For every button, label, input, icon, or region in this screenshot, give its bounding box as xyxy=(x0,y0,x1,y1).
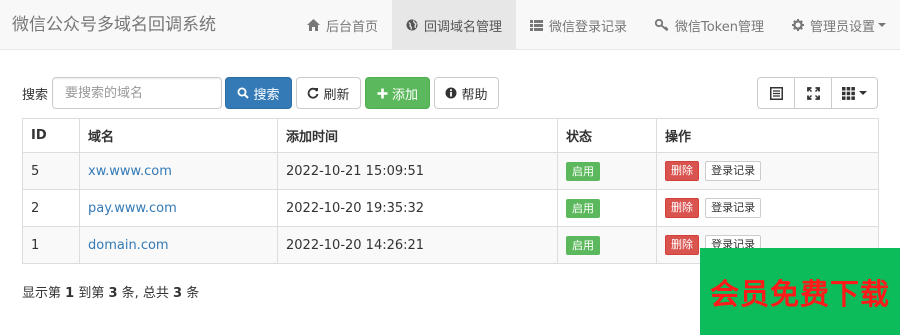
column-header-domain[interactable]: 域名 xyxy=(79,118,278,153)
refresh-button[interactable]: 刷新 xyxy=(296,77,361,109)
gear-icon xyxy=(791,19,804,31)
table-header-row: ID 域名 添加时间 状态 操作 xyxy=(22,118,879,153)
refresh-button-label: 刷新 xyxy=(323,87,350,103)
caret-down-icon xyxy=(859,91,867,95)
help-button[interactable]: 帮助 xyxy=(434,77,499,109)
domain-table: ID 域名 添加时间 状态 操作 5 xw.www.com 2022-10-21… xyxy=(22,118,879,264)
help-button-label: 帮助 xyxy=(461,87,488,103)
login-log-button[interactable]: 登录记录 xyxy=(705,161,762,181)
pagination-mid2: 条, 总共 xyxy=(117,286,174,301)
plus-icon xyxy=(377,88,388,98)
nav-item-login-logs[interactable]: 微信登录记录 xyxy=(516,0,641,50)
cell-time: 2022-10-20 19:35:32 xyxy=(277,189,558,227)
cell-time: 2022-10-20 14:26:21 xyxy=(277,226,558,264)
home-icon xyxy=(306,19,320,31)
pagination-total: 3 xyxy=(173,286,183,301)
list-alt-icon xyxy=(769,86,783,100)
add-button[interactable]: 添加 xyxy=(365,77,430,109)
nav-item-domains[interactable]: 回调域名管理 xyxy=(391,0,516,50)
status-badge[interactable]: 启用 xyxy=(566,198,600,218)
top-navbar: 微信公众号多域名回调系统 后台首页 回调域名管理 微信登录记录 微信Token管… xyxy=(0,0,900,50)
table-row: 2 pay.www.com 2022-10-20 19:35:32 启用 删除 … xyxy=(22,189,879,227)
nav-item-label: 回调域名管理 xyxy=(423,19,502,35)
app-title[interactable]: 微信公众号多域名回调系统 xyxy=(12,0,216,50)
login-log-button[interactable]: 登录记录 xyxy=(705,198,762,218)
pagination-info: 显示第 1 到第 3 条, 总共 3 条 xyxy=(22,282,199,301)
search-button-label: 搜索 xyxy=(253,87,280,103)
toggle-view-button[interactable] xyxy=(757,77,795,109)
pagination-suffix: 条 xyxy=(182,286,200,301)
nav-item-label: 微信登录记录 xyxy=(548,19,627,35)
status-badge[interactable]: 启用 xyxy=(566,161,600,181)
table-view-controls xyxy=(757,77,878,109)
search-button[interactable]: 搜索 xyxy=(225,77,292,109)
domain-link[interactable]: xw.www.com xyxy=(88,164,172,179)
globe-icon xyxy=(406,19,418,31)
caret-down-icon xyxy=(878,23,886,27)
pagination-mid1: 到第 xyxy=(74,286,109,301)
table-row: 5 xw.www.com 2022-10-21 15:09:51 启用 删除 登… xyxy=(22,152,879,190)
grid-icon xyxy=(842,86,855,100)
cell-id: 5 xyxy=(22,152,80,190)
search-icon xyxy=(237,87,250,99)
download-banner-text: 会员免费下载 xyxy=(709,276,890,311)
download-banner[interactable]: 会员免费下载 xyxy=(700,248,900,335)
refresh-icon xyxy=(308,87,319,99)
info-icon xyxy=(445,87,457,99)
list-icon xyxy=(529,19,543,31)
columns-dropdown-button[interactable] xyxy=(831,77,878,109)
search-label: 搜索 xyxy=(22,88,49,103)
nav-item-label: 后台首页 xyxy=(325,19,378,35)
nav-item-home[interactable]: 后台首页 xyxy=(293,0,392,50)
delete-button[interactable]: 删除 xyxy=(665,161,699,181)
domain-link[interactable]: domain.com xyxy=(88,238,169,253)
cell-id: 1 xyxy=(22,226,80,264)
nav-item-token[interactable]: 微信Token管理 xyxy=(641,0,778,50)
column-header-id[interactable]: ID xyxy=(22,118,80,153)
domain-link[interactable]: pay.www.com xyxy=(88,201,177,216)
cell-time: 2022-10-21 15:09:51 xyxy=(277,152,558,190)
nav-item-label: 微信Token管理 xyxy=(674,19,764,35)
delete-button[interactable]: 删除 xyxy=(665,235,699,255)
status-badge[interactable]: 启用 xyxy=(566,235,600,255)
column-header-actions[interactable]: 操作 xyxy=(656,118,879,153)
fullscreen-button[interactable] xyxy=(794,77,832,109)
cell-id: 2 xyxy=(22,189,80,227)
key-icon xyxy=(654,19,669,31)
column-header-time[interactable]: 添加时间 xyxy=(277,118,558,153)
pagination-to: 3 xyxy=(108,286,118,301)
nav-item-label: 管理员设置 xyxy=(809,19,875,35)
nav-item-admin[interactable]: 管理员设置 xyxy=(778,0,900,50)
pagination-from: 1 xyxy=(65,286,75,301)
add-button-label: 添加 xyxy=(391,87,418,103)
main-nav: 后台首页 回调域名管理 微信登录记录 微信Token管理 管理员设置 xyxy=(293,0,900,50)
pagination-prefix: 显示第 xyxy=(22,286,66,301)
delete-button[interactable]: 删除 xyxy=(665,198,699,218)
search-input[interactable] xyxy=(52,77,222,109)
column-header-status[interactable]: 状态 xyxy=(557,118,657,153)
fullscreen-icon xyxy=(806,86,820,100)
